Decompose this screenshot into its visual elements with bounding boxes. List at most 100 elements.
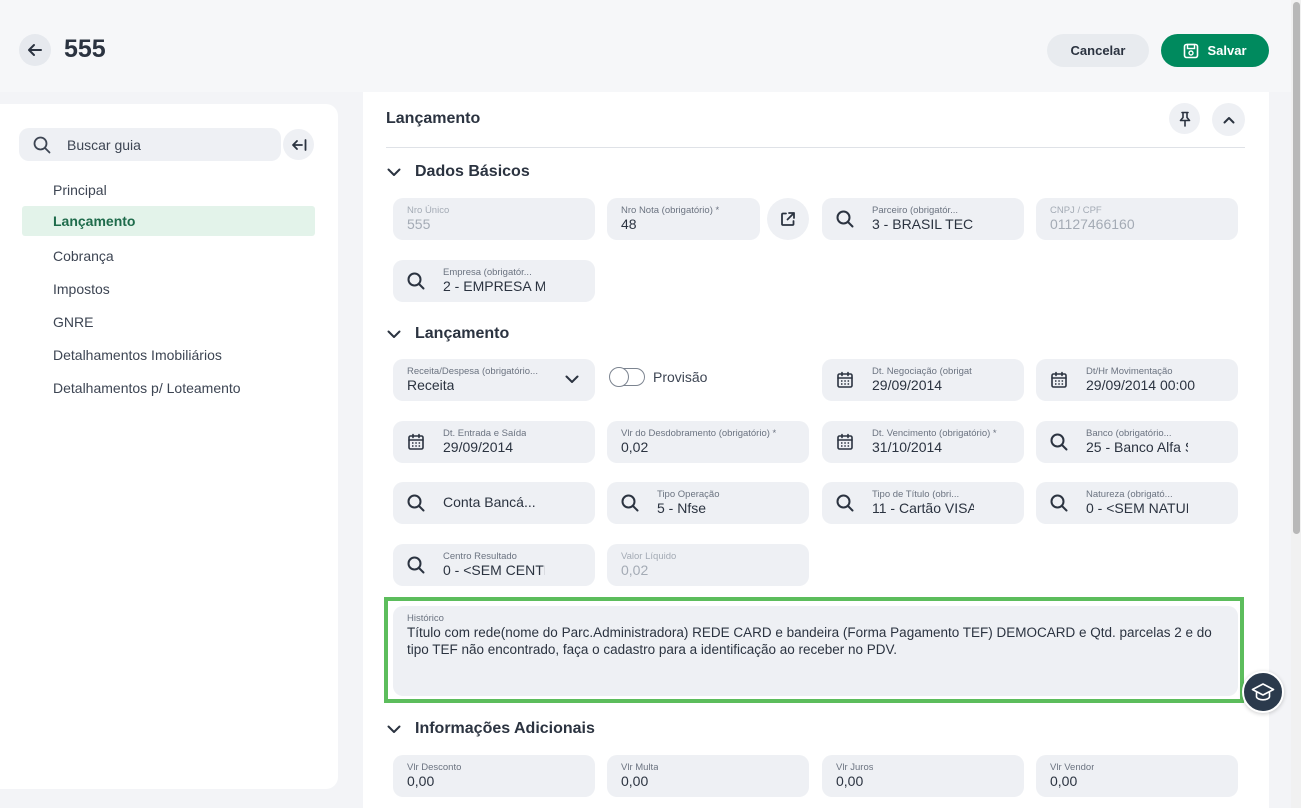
dt-entrada-saida-field[interactable]: Dt. Entrada e Saída 29/09/2014 (393, 421, 595, 463)
top-bar: 555 Cancelar Salvar (0, 0, 1291, 92)
save-icon (1184, 43, 1199, 58)
field-value: Receita (407, 377, 455, 393)
search-icon (1050, 494, 1068, 512)
field-value: 0,00 (1050, 773, 1078, 789)
arrow-left-icon (28, 44, 42, 56)
search-icon (407, 494, 425, 512)
field-label: Vlr Vendor (1050, 762, 1095, 773)
group-informacoes-adicionais[interactable]: Informações Adicionais (387, 720, 595, 738)
collapse-left-icon (291, 138, 306, 151)
conta-bancaria-field[interactable]: Conta Bancá... (393, 482, 595, 524)
group-dados-basicos[interactable]: Dados Básicos (387, 163, 530, 181)
field-value: Título com rede(nome do Parc.Administrad… (407, 625, 1212, 657)
field-value: 0 - <SEM CENTR (443, 562, 545, 578)
vlr-desdobramento-field[interactable]: Vlr do Desdobramento (obrigatório) * 0,0… (607, 421, 809, 463)
dt-movimentacao-field[interactable]: Dt/Hr Movimentação 29/09/2014 00:00 (1036, 359, 1238, 401)
field-value: Conta Bancá... (443, 494, 536, 510)
search-icon (33, 136, 51, 153)
natureza-field[interactable]: Natureza (obrigató... 0 - <SEM NATUR (1036, 482, 1238, 524)
field-value: 0,00 (621, 773, 649, 789)
search-icon (621, 494, 639, 512)
external-link-icon (781, 212, 795, 226)
sidebar-item-principal[interactable]: Principal (22, 173, 315, 206)
tipo-operacao-field[interactable]: Tipo Operação 5 - Nfse (607, 482, 809, 524)
banco-field[interactable]: Banco (obrigatório... 25 - Banco Alfa S (1036, 421, 1238, 463)
field-value: 0 - <SEM NATUR (1086, 500, 1188, 516)
calendar-icon (837, 371, 853, 388)
field-label: Vlr Desconto (407, 762, 462, 773)
field-label: Histórico (407, 613, 444, 624)
collapse-sidebar-button[interactable] (283, 129, 314, 160)
sidebar-item-impostos[interactable]: Impostos (22, 272, 315, 305)
nro-nota-field[interactable]: Nro Nota (obrigatório) * 48 (607, 198, 760, 240)
back-button[interactable] (19, 34, 51, 66)
field-value: 2 - EMPRESA MO (443, 278, 545, 294)
vlr-vendor-field[interactable]: Vlr Vendor 0,00 (1036, 755, 1238, 797)
page-title: 555 (64, 35, 106, 63)
field-label: Vlr Multa (621, 762, 659, 773)
collapse-section-button[interactable] (1212, 103, 1245, 136)
sidebar-item-detalhamentos-imobiliarios[interactable]: Detalhamentos Imobiliários (22, 338, 315, 371)
field-value: 5 - Nfse (657, 500, 707, 516)
help-button[interactable] (1242, 671, 1284, 713)
field-label: CNPJ / CPF (1050, 205, 1102, 216)
field-label: Vlr Juros (836, 762, 874, 773)
calendar-icon (837, 433, 853, 450)
field-label: Tipo Operação (657, 489, 720, 500)
group-title-label: Informações Adicionais (415, 720, 595, 737)
group-lancamento[interactable]: Lançamento (387, 325, 509, 343)
search-icon (407, 556, 425, 574)
field-value: 01127466160 (1050, 216, 1135, 232)
field-value: 0,00 (407, 773, 435, 789)
pin-button[interactable] (1169, 103, 1200, 134)
search-icon (836, 494, 854, 512)
field-label: Parceiro (obrigatór... (872, 205, 959, 216)
scrollbar-thumb[interactable] (1293, 2, 1300, 534)
vlr-desconto-field[interactable]: Vlr Desconto 0,00 (393, 755, 595, 797)
field-label: Nro Único (407, 205, 450, 216)
receita-despesa-select[interactable]: Receita/Despesa (obrigatório... Receita (393, 359, 595, 401)
field-label: Dt. Entrada e Saída (443, 428, 527, 439)
field-label: Banco (obrigatório... (1086, 428, 1172, 439)
field-value: 11 - Cartão VISA (872, 500, 974, 516)
vlr-juros-field[interactable]: Vlr Juros 0,00 (822, 755, 1024, 797)
chevron-down-icon (387, 330, 401, 338)
save-button[interactable]: Salvar (1161, 34, 1269, 67)
search-input[interactable]: Buscar guia (19, 128, 281, 161)
dt-negociacao-field[interactable]: Dt. Negociação (obrigatório) * 29/09/201… (822, 359, 1024, 401)
provisao-toggle[interactable]: Provisão (609, 366, 707, 387)
empresa-field[interactable]: Empresa (obrigatór... 2 - EMPRESA MO (393, 260, 595, 302)
centro-resultado-field[interactable]: Centro Resultado 0 - <SEM CENTR (393, 544, 595, 586)
search-placeholder: Buscar guia (67, 136, 141, 153)
group-title-label: Lançamento (415, 325, 510, 342)
field-label: Natureza (obrigató... (1086, 489, 1173, 500)
field-value: 29/09/2014 00:00 (1086, 377, 1195, 393)
search-icon (836, 210, 854, 228)
field-label: Centro Resultado (443, 551, 517, 562)
sidebar-item-detalhamentos-loteamento[interactable]: Detalhamentos p/ Loteamento (22, 371, 315, 404)
dt-vencimento-field[interactable]: Dt. Vencimento (obrigatório) * 31/10/201… (822, 421, 1024, 463)
chevron-down-icon (565, 375, 579, 383)
page-scrollbar[interactable] (1291, 0, 1301, 808)
field-value: 0,00 (836, 773, 864, 789)
field-label: Dt. Vencimento (obrigatório) * (872, 428, 997, 439)
field-value: 25 - Banco Alfa S (1086, 439, 1188, 455)
search-icon (1050, 433, 1068, 451)
historico-textarea[interactable]: Histórico Título com rede(nome do Parc.A… (393, 606, 1238, 696)
chevron-down-icon (387, 725, 401, 733)
field-value: 29/09/2014 (443, 439, 514, 455)
open-external-button[interactable] (767, 198, 809, 240)
cnpj-cpf-field: CNPJ / CPF 01127466160 (1036, 198, 1238, 240)
field-value: 555 (407, 216, 431, 232)
group-title-label: Dados Básicos (415, 163, 530, 180)
field-label: Empresa (obrigatór... (443, 267, 532, 278)
sidebar-item-cobranca[interactable]: Cobrança (22, 239, 315, 272)
sidebar-item-gnre[interactable]: GNRE (22, 305, 315, 338)
section-divider (386, 147, 1245, 148)
vlr-multa-field[interactable]: Vlr Multa 0,00 (607, 755, 809, 797)
sidebar-item-lancamento[interactable]: Lançamento (22, 206, 315, 236)
toggle-track[interactable] (609, 366, 645, 387)
tipo-titulo-field[interactable]: Tipo de Título (obri... 11 - Cartão VISA (822, 482, 1024, 524)
parceiro-field[interactable]: Parceiro (obrigatór... 3 - BRASIL TECII (822, 198, 1024, 240)
cancel-button[interactable]: Cancelar (1047, 34, 1149, 67)
